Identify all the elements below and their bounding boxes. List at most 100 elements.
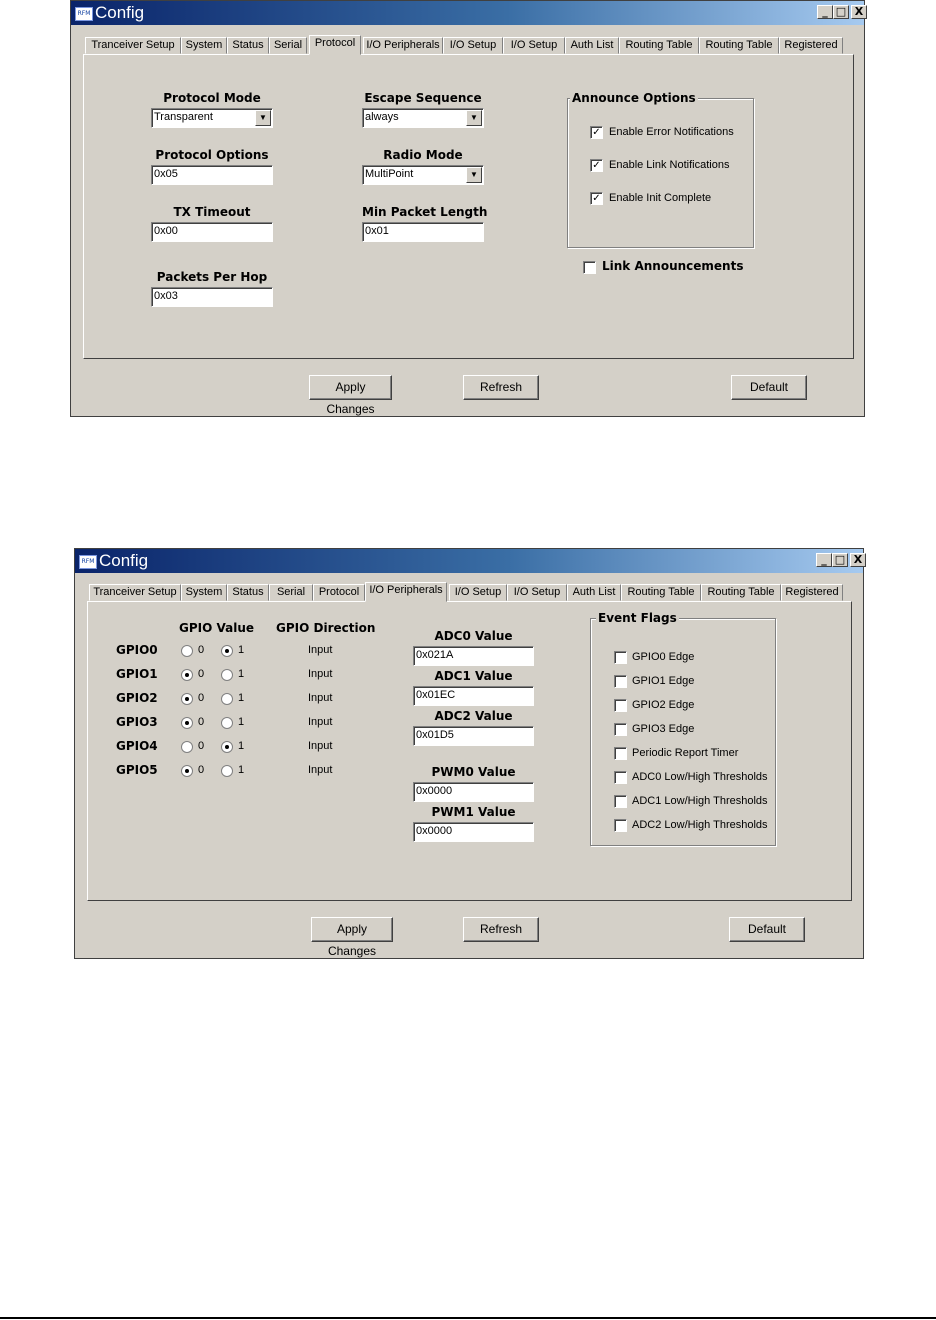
tab-auth-list[interactable]: Auth List	[567, 584, 621, 601]
gpio-radio-1[interactable]	[221, 765, 233, 777]
refresh-button[interactable]: Refresh	[463, 917, 539, 942]
event-flags-group: Event Flags GPIO0 Edge GPIO1 Edge GPIO2 Ed…	[590, 611, 776, 846]
tab-io-setup-2[interactable]: I/O Setup	[503, 37, 565, 54]
protocol-options-input[interactable]: 0x05	[151, 165, 273, 185]
link-announcements-checkbox[interactable]	[583, 261, 596, 274]
packets-per-hop-label: Packets Per Hop	[156, 270, 268, 284]
tab-status[interactable]: Status	[227, 584, 269, 601]
gpio-row: GPIO3 0 1 Input	[88, 715, 388, 735]
gpio-row: GPIO0 0 1 Input	[88, 643, 388, 663]
event-flag-checkbox[interactable]	[614, 747, 627, 760]
gpio-radio-1-label: 1	[238, 764, 245, 776]
event-flag-checkbox[interactable]	[614, 819, 627, 832]
event-flag-label: ADC0 Low/High Thresholds	[632, 771, 768, 783]
tab-auth-list[interactable]: Auth List	[565, 37, 619, 54]
tx-timeout-input[interactable]: 0x00	[151, 222, 273, 242]
tab-routing-table-1[interactable]: Routing Table	[621, 584, 701, 601]
tab-io-peripherals[interactable]: I/O Peripherals	[365, 582, 447, 602]
event-flag-checkbox[interactable]	[614, 699, 627, 712]
gpio-radio-0[interactable]	[181, 669, 193, 681]
gpio-direction: Input	[308, 740, 333, 752]
gpio-radio-0-label: 0	[198, 764, 205, 776]
gpio-row: GPIO5 0 1 Input	[88, 763, 388, 783]
gpio-radio-0[interactable]	[181, 645, 193, 657]
tab-io-setup-1[interactable]: I/O Setup	[443, 37, 503, 54]
announce-options-group: Announce Options ✓ Enable Error Notifica…	[567, 91, 754, 248]
event-flag-checkbox[interactable]	[614, 723, 627, 736]
minimize-button[interactable]: _	[816, 553, 832, 567]
enable-error-notifications-checkbox[interactable]: ✓	[590, 126, 603, 139]
app-icon: RFM	[75, 7, 93, 21]
maximize-button[interactable]: □	[833, 5, 849, 19]
gpio-name: GPIO3	[116, 715, 158, 729]
close-button[interactable]: X	[850, 553, 866, 567]
event-flag-checkbox[interactable]	[614, 771, 627, 784]
apply-changes-button[interactable]: Apply Changes	[311, 917, 393, 958]
gpio-radio-1[interactable]	[221, 717, 233, 729]
window-title: Config	[95, 3, 145, 22]
tab-protocol[interactable]: Protocol	[313, 584, 365, 601]
tab-serial[interactable]: Serial	[269, 37, 307, 54]
radio-mode-label: Radio Mode	[383, 148, 463, 162]
tab-io-setup-1[interactable]: I/O Setup	[449, 584, 507, 601]
gpio-radio-0[interactable]	[181, 741, 193, 753]
adc2-input[interactable]: 0x01D5	[413, 726, 534, 746]
tab-routing-table-2[interactable]: Routing Table	[699, 37, 779, 54]
event-flag-checkbox[interactable]	[614, 651, 627, 664]
gpio-radio-1[interactable]	[221, 741, 233, 753]
tab-system[interactable]: System	[181, 37, 227, 54]
tab-routing-table-1[interactable]: Routing Table	[619, 37, 699, 54]
tab-serial[interactable]: Serial	[269, 584, 313, 601]
gpio-radio-1[interactable]	[221, 645, 233, 657]
tab-tranceiver-setup[interactable]: Tranceiver Setup	[85, 37, 181, 54]
packets-per-hop-input[interactable]: 0x03	[151, 287, 273, 307]
tab-status[interactable]: Status	[227, 37, 269, 54]
tab-io-setup-2[interactable]: I/O Setup	[507, 584, 567, 601]
escape-sequence-select[interactable]: always ▼	[362, 108, 484, 128]
tab-routing-table-2[interactable]: Routing Table	[701, 584, 781, 601]
gpio-radio-0[interactable]	[181, 693, 193, 705]
chevron-down-icon[interactable]: ▼	[466, 167, 482, 183]
tab-registered[interactable]: Registered	[781, 584, 843, 601]
title-bar[interactable]: RFM Config _ □ X	[71, 1, 867, 25]
pwm0-input[interactable]: 0x0000	[413, 782, 534, 802]
gpio-name: GPIO4	[116, 739, 158, 753]
tab-registered[interactable]: Registered	[779, 37, 843, 54]
gpio-radio-0[interactable]	[181, 717, 193, 729]
event-flag-checkbox[interactable]	[614, 795, 627, 808]
protocol-options-label: Protocol Options	[155, 148, 269, 162]
gpio-radio-0[interactable]	[181, 765, 193, 777]
title-bar[interactable]: RFM Config _ □ X	[75, 549, 866, 573]
adc1-input[interactable]: 0x01EC	[413, 686, 534, 706]
gpio-radio-1[interactable]	[221, 669, 233, 681]
enable-init-complete-checkbox[interactable]: ✓	[590, 192, 603, 205]
escape-sequence-label: Escape Sequence	[364, 91, 482, 105]
gpio-row: GPIO2 0 1 Input	[88, 691, 388, 711]
protocol-mode-select[interactable]: Transparent ▼	[151, 108, 273, 128]
tab-tranceiver-setup[interactable]: Tranceiver Setup	[89, 584, 181, 601]
gpio-radio-1[interactable]	[221, 693, 233, 705]
chevron-down-icon[interactable]: ▼	[255, 110, 271, 126]
maximize-button[interactable]: □	[832, 553, 848, 567]
apply-changes-button[interactable]: Apply Changes	[309, 375, 392, 416]
event-flag-label: GPIO0 Edge	[632, 651, 695, 663]
tab-io-peripherals[interactable]: I/O Peripherals	[363, 37, 443, 54]
default-button[interactable]: Default	[729, 917, 805, 942]
min-packet-length-input[interactable]: 0x01	[362, 222, 484, 242]
gpio-radio-0-label: 0	[198, 644, 205, 656]
radio-mode-select[interactable]: MultiPoint ▼	[362, 165, 484, 185]
gpio-row: GPIO4 0 1 Input	[88, 739, 388, 759]
tab-protocol[interactable]: Protocol	[309, 35, 361, 55]
tab-system[interactable]: System	[181, 584, 227, 601]
minimize-button[interactable]: _	[817, 5, 833, 19]
enable-link-notifications-checkbox[interactable]: ✓	[590, 159, 603, 172]
close-button[interactable]: X	[851, 5, 867, 19]
chevron-down-icon[interactable]: ▼	[466, 110, 482, 126]
default-button[interactable]: Default	[731, 375, 807, 400]
tab-strip: Tranceiver Setup System Status Serial Pr…	[83, 35, 852, 55]
refresh-button[interactable]: Refresh	[463, 375, 539, 400]
pwm1-input[interactable]: 0x0000	[413, 822, 534, 842]
adc0-input[interactable]: 0x021A	[413, 646, 534, 666]
tx-timeout-label: TX Timeout	[173, 205, 251, 219]
event-flag-checkbox[interactable]	[614, 675, 627, 688]
